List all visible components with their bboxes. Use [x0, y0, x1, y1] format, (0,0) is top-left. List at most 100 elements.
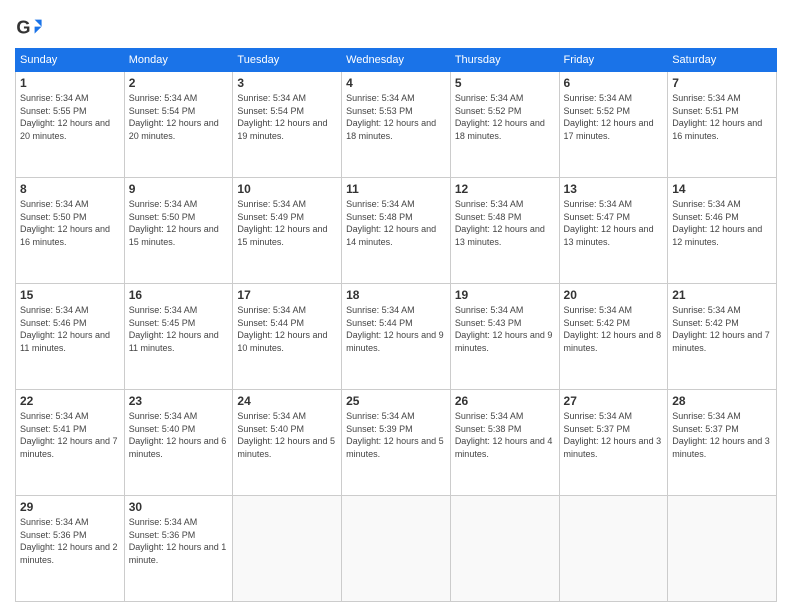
- day-info: Sunrise: 5:34 AMSunset: 5:36 PMDaylight:…: [20, 516, 120, 566]
- header-day-sunday: Sunday: [16, 49, 125, 72]
- day-info: Sunrise: 5:34 AMSunset: 5:41 PMDaylight:…: [20, 410, 120, 460]
- header-day-tuesday: Tuesday: [233, 49, 342, 72]
- day-number: 14: [672, 181, 772, 197]
- day-info: Sunrise: 5:34 AMSunset: 5:51 PMDaylight:…: [672, 92, 772, 142]
- day-info: Sunrise: 5:34 AMSunset: 5:44 PMDaylight:…: [346, 304, 446, 354]
- day-info: Sunrise: 5:34 AMSunset: 5:37 PMDaylight:…: [564, 410, 664, 460]
- calendar-row-2: 8Sunrise: 5:34 AMSunset: 5:50 PMDaylight…: [16, 178, 777, 284]
- day-number: 11: [346, 181, 446, 197]
- calendar-row-5: 29Sunrise: 5:34 AMSunset: 5:36 PMDayligh…: [16, 496, 777, 602]
- day-info: Sunrise: 5:34 AMSunset: 5:52 PMDaylight:…: [564, 92, 664, 142]
- calendar-row-1: 1Sunrise: 5:34 AMSunset: 5:55 PMDaylight…: [16, 72, 777, 178]
- calendar-cell: 10Sunrise: 5:34 AMSunset: 5:49 PMDayligh…: [233, 178, 342, 284]
- day-number: 18: [346, 287, 446, 303]
- calendar-cell: 4Sunrise: 5:34 AMSunset: 5:53 PMDaylight…: [342, 72, 451, 178]
- calendar-cell: 12Sunrise: 5:34 AMSunset: 5:48 PMDayligh…: [450, 178, 559, 284]
- calendar-cell: 15Sunrise: 5:34 AMSunset: 5:46 PMDayligh…: [16, 284, 125, 390]
- day-number: 19: [455, 287, 555, 303]
- day-number: 26: [455, 393, 555, 409]
- day-info: Sunrise: 5:34 AMSunset: 5:48 PMDaylight:…: [346, 198, 446, 248]
- day-number: 25: [346, 393, 446, 409]
- day-number: 27: [564, 393, 664, 409]
- day-number: 28: [672, 393, 772, 409]
- calendar-cell: 9Sunrise: 5:34 AMSunset: 5:50 PMDaylight…: [124, 178, 233, 284]
- calendar-cell: 13Sunrise: 5:34 AMSunset: 5:47 PMDayligh…: [559, 178, 668, 284]
- calendar-cell: 20Sunrise: 5:34 AMSunset: 5:42 PMDayligh…: [559, 284, 668, 390]
- calendar-cell: 16Sunrise: 5:34 AMSunset: 5:45 PMDayligh…: [124, 284, 233, 390]
- calendar-cell: 30Sunrise: 5:34 AMSunset: 5:36 PMDayligh…: [124, 496, 233, 602]
- header-day-friday: Friday: [559, 49, 668, 72]
- day-number: 22: [20, 393, 120, 409]
- day-info: Sunrise: 5:34 AMSunset: 5:50 PMDaylight:…: [20, 198, 120, 248]
- day-info: Sunrise: 5:34 AMSunset: 5:53 PMDaylight:…: [346, 92, 446, 142]
- day-info: Sunrise: 5:34 AMSunset: 5:44 PMDaylight:…: [237, 304, 337, 354]
- calendar-cell: 6Sunrise: 5:34 AMSunset: 5:52 PMDaylight…: [559, 72, 668, 178]
- calendar-cell: 17Sunrise: 5:34 AMSunset: 5:44 PMDayligh…: [233, 284, 342, 390]
- day-info: Sunrise: 5:34 AMSunset: 5:52 PMDaylight:…: [455, 92, 555, 142]
- day-number: 6: [564, 75, 664, 91]
- header-day-thursday: Thursday: [450, 49, 559, 72]
- calendar-cell: 5Sunrise: 5:34 AMSunset: 5:52 PMDaylight…: [450, 72, 559, 178]
- page: G SundayMondayTuesdayWednesdayThursdayFr…: [0, 0, 792, 612]
- calendar-cell: 3Sunrise: 5:34 AMSunset: 5:54 PMDaylight…: [233, 72, 342, 178]
- day-number: 1: [20, 75, 120, 91]
- day-info: Sunrise: 5:34 AMSunset: 5:40 PMDaylight:…: [237, 410, 337, 460]
- header-row: SundayMondayTuesdayWednesdayThursdayFrid…: [16, 49, 777, 72]
- day-info: Sunrise: 5:34 AMSunset: 5:45 PMDaylight:…: [129, 304, 229, 354]
- calendar-row-3: 15Sunrise: 5:34 AMSunset: 5:46 PMDayligh…: [16, 284, 777, 390]
- day-info: Sunrise: 5:34 AMSunset: 5:40 PMDaylight:…: [129, 410, 229, 460]
- day-number: 8: [20, 181, 120, 197]
- header-day-monday: Monday: [124, 49, 233, 72]
- day-info: Sunrise: 5:34 AMSunset: 5:54 PMDaylight:…: [237, 92, 337, 142]
- day-info: Sunrise: 5:34 AMSunset: 5:42 PMDaylight:…: [672, 304, 772, 354]
- day-number: 4: [346, 75, 446, 91]
- day-info: Sunrise: 5:34 AMSunset: 5:46 PMDaylight:…: [672, 198, 772, 248]
- day-number: 2: [129, 75, 229, 91]
- calendar-cell: 7Sunrise: 5:34 AMSunset: 5:51 PMDaylight…: [668, 72, 777, 178]
- day-number: 16: [129, 287, 229, 303]
- svg-text:G: G: [16, 18, 30, 38]
- header-day-wednesday: Wednesday: [342, 49, 451, 72]
- day-number: 3: [237, 75, 337, 91]
- day-number: 30: [129, 499, 229, 515]
- day-info: Sunrise: 5:34 AMSunset: 5:39 PMDaylight:…: [346, 410, 446, 460]
- day-info: Sunrise: 5:34 AMSunset: 5:37 PMDaylight:…: [672, 410, 772, 460]
- calendar-cell: 8Sunrise: 5:34 AMSunset: 5:50 PMDaylight…: [16, 178, 125, 284]
- day-number: 7: [672, 75, 772, 91]
- day-info: Sunrise: 5:34 AMSunset: 5:43 PMDaylight:…: [455, 304, 555, 354]
- logo: G: [15, 14, 47, 42]
- calendar-cell: 18Sunrise: 5:34 AMSunset: 5:44 PMDayligh…: [342, 284, 451, 390]
- day-number: 17: [237, 287, 337, 303]
- day-number: 10: [237, 181, 337, 197]
- day-number: 20: [564, 287, 664, 303]
- calendar-cell: 11Sunrise: 5:34 AMSunset: 5:48 PMDayligh…: [342, 178, 451, 284]
- calendar-cell: [450, 496, 559, 602]
- day-number: 12: [455, 181, 555, 197]
- day-number: 15: [20, 287, 120, 303]
- day-info: Sunrise: 5:34 AMSunset: 5:36 PMDaylight:…: [129, 516, 229, 566]
- logo-icon: G: [15, 14, 43, 42]
- day-info: Sunrise: 5:34 AMSunset: 5:42 PMDaylight:…: [564, 304, 664, 354]
- calendar-cell: [233, 496, 342, 602]
- calendar-cell: 29Sunrise: 5:34 AMSunset: 5:36 PMDayligh…: [16, 496, 125, 602]
- calendar-cell: 26Sunrise: 5:34 AMSunset: 5:38 PMDayligh…: [450, 390, 559, 496]
- day-info: Sunrise: 5:34 AMSunset: 5:46 PMDaylight:…: [20, 304, 120, 354]
- calendar-table: SundayMondayTuesdayWednesdayThursdayFrid…: [15, 48, 777, 602]
- day-info: Sunrise: 5:34 AMSunset: 5:49 PMDaylight:…: [237, 198, 337, 248]
- calendar-cell: 24Sunrise: 5:34 AMSunset: 5:40 PMDayligh…: [233, 390, 342, 496]
- calendar-cell: 19Sunrise: 5:34 AMSunset: 5:43 PMDayligh…: [450, 284, 559, 390]
- day-number: 23: [129, 393, 229, 409]
- calendar-cell: 14Sunrise: 5:34 AMSunset: 5:46 PMDayligh…: [668, 178, 777, 284]
- day-info: Sunrise: 5:34 AMSunset: 5:54 PMDaylight:…: [129, 92, 229, 142]
- day-number: 5: [455, 75, 555, 91]
- day-number: 13: [564, 181, 664, 197]
- header: G: [15, 10, 777, 42]
- calendar-cell: 2Sunrise: 5:34 AMSunset: 5:54 PMDaylight…: [124, 72, 233, 178]
- day-info: Sunrise: 5:34 AMSunset: 5:48 PMDaylight:…: [455, 198, 555, 248]
- calendar-cell: 27Sunrise: 5:34 AMSunset: 5:37 PMDayligh…: [559, 390, 668, 496]
- calendar-cell: 21Sunrise: 5:34 AMSunset: 5:42 PMDayligh…: [668, 284, 777, 390]
- day-number: 29: [20, 499, 120, 515]
- calendar-cell: [559, 496, 668, 602]
- calendar-cell: 28Sunrise: 5:34 AMSunset: 5:37 PMDayligh…: [668, 390, 777, 496]
- calendar-cell: [668, 496, 777, 602]
